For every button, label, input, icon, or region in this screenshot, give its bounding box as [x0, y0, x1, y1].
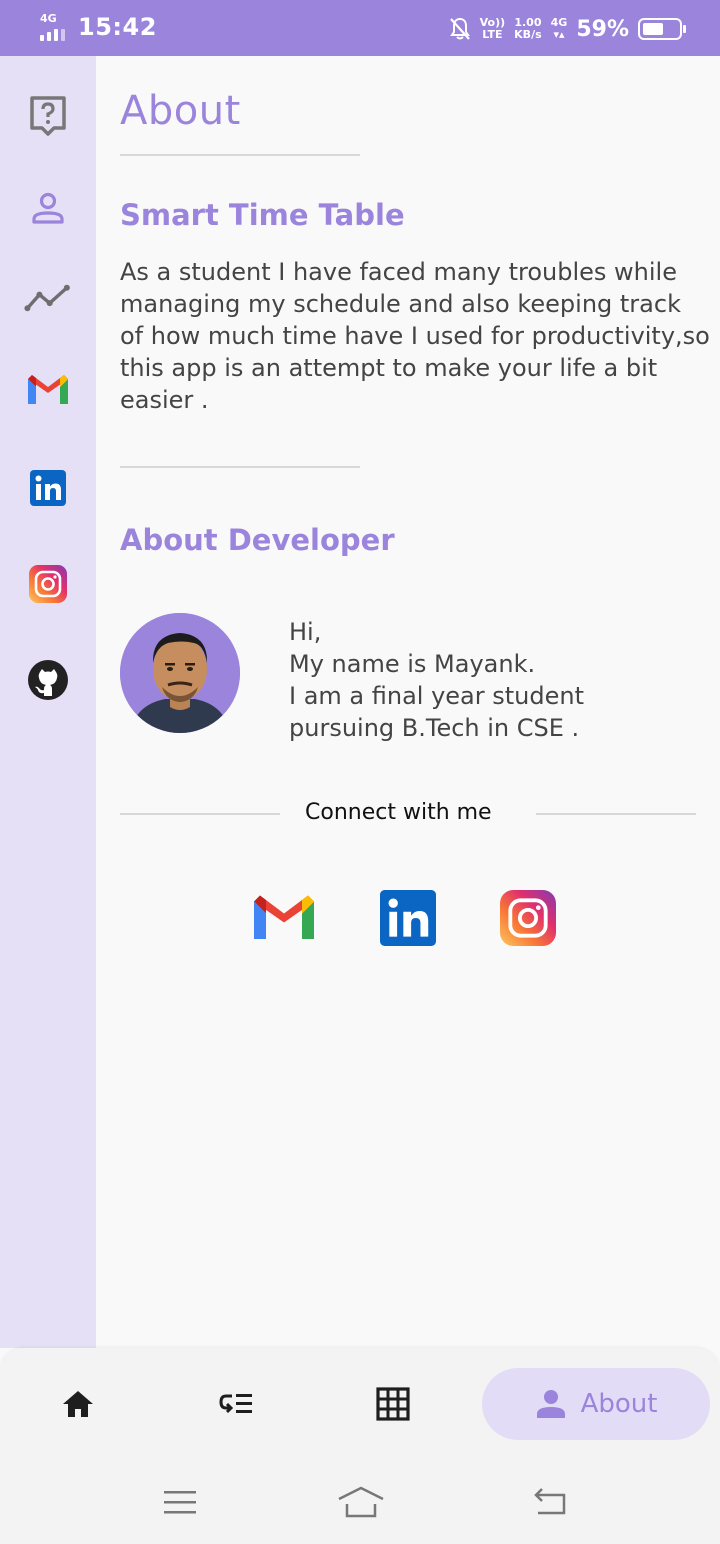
nav-timetable[interactable]	[353, 1368, 433, 1440]
rail-stats[interactable]	[24, 274, 72, 322]
grid-icon	[376, 1387, 410, 1421]
net-type-indicator: 4G ▾▴	[550, 16, 568, 41]
app-section-title: Smart Time Table	[120, 198, 405, 232]
bell-off-icon	[449, 17, 470, 40]
home-icon	[63, 1391, 93, 1417]
system-nav-bar	[0, 1460, 720, 1544]
trend-icon	[24, 284, 70, 312]
battery-percent: 59%	[576, 16, 629, 42]
system-menu-button[interactable]	[158, 1482, 202, 1522]
instagram-icon	[29, 565, 67, 603]
github-icon	[28, 660, 68, 700]
signal-icon: 4G	[38, 12, 70, 42]
connect-label: Connect with me	[305, 800, 492, 825]
developer-intro: Hi, My name is Mayank. I am a final year…	[289, 616, 584, 744]
connect-divider-right	[536, 813, 696, 815]
instagram-icon	[500, 890, 556, 946]
developer-line: My name is Mayank.	[289, 650, 536, 678]
system-back-button[interactable]	[528, 1482, 572, 1522]
list-icon	[219, 1394, 252, 1414]
title-divider	[120, 154, 360, 156]
gmail-icon	[28, 375, 68, 404]
menu-icon	[164, 1491, 196, 1514]
rail-gmail[interactable]	[24, 366, 72, 414]
nav-tasks[interactable]	[196, 1368, 276, 1440]
connect-row: Connect with me	[120, 800, 696, 828]
rail-github[interactable]	[24, 656, 72, 704]
developer-section-title: About Developer	[120, 523, 395, 557]
home-outline-icon	[338, 1486, 384, 1518]
rail-help[interactable]	[24, 92, 72, 140]
speed-indicator: 1.00 KB/s	[514, 16, 542, 41]
rail-instagram[interactable]	[24, 560, 72, 608]
section-divider	[120, 466, 360, 468]
nav-about-label: About	[580, 1389, 658, 1419]
avatar-photo	[120, 613, 240, 733]
side-rail	[0, 56, 96, 1348]
battery-icon	[638, 18, 686, 40]
app-description: As a student I have faced many troubles …	[120, 258, 710, 414]
network-tag: 4G	[40, 12, 57, 25]
nav-home[interactable]	[38, 1368, 118, 1440]
rail-linkedin[interactable]	[24, 464, 72, 512]
person-icon	[32, 192, 64, 224]
about-content: About Smart Time Table As a student I ha…	[120, 56, 710, 1346]
volte-indicator: Vo)) LTE	[479, 16, 506, 41]
linkedin-icon	[30, 470, 66, 506]
developer-line: pursuing B.Tech in CSE .	[289, 714, 580, 742]
status-bar: 4G 15:42 Vo)) LTE 1.00 KB/s 4G ▾▴ 59%	[0, 0, 720, 56]
connect-divider-left	[120, 813, 280, 815]
connect-linkedin-button[interactable]	[380, 890, 436, 946]
developer-line: Hi,	[289, 618, 322, 646]
developer-avatar	[120, 613, 240, 733]
nav-about[interactable]: About	[482, 1368, 710, 1440]
page-title: About	[120, 88, 241, 134]
clock: 15:42	[78, 13, 157, 41]
help-icon	[30, 96, 66, 136]
back-icon	[534, 1488, 566, 1515]
developer-line: I am a final year student	[289, 682, 585, 710]
person-icon	[536, 1390, 565, 1418]
connect-gmail-button[interactable]	[254, 890, 314, 946]
rail-profile[interactable]	[24, 184, 72, 232]
connect-instagram-button[interactable]	[500, 890, 556, 946]
bottom-nav: About	[0, 1348, 720, 1460]
linkedin-icon	[380, 890, 436, 946]
gmail-icon	[254, 895, 314, 939]
system-home-button[interactable]	[336, 1482, 386, 1522]
